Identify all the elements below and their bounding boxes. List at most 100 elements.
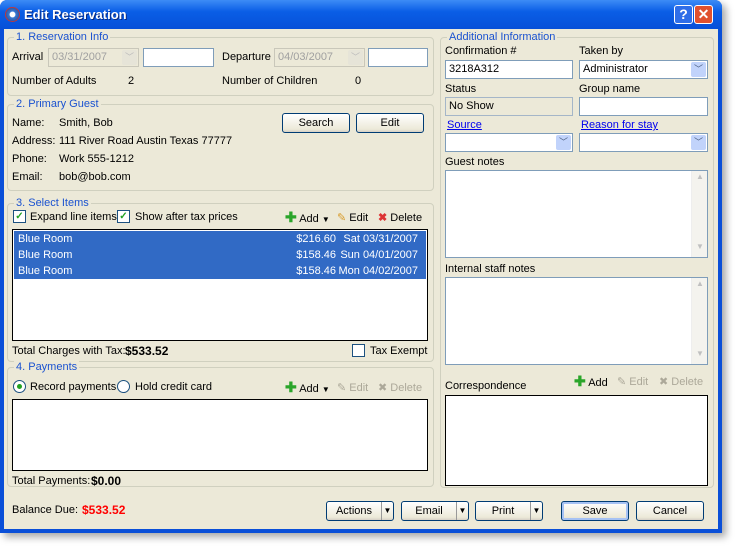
reason-for-stay-combo[interactable]: ﹀ [579, 133, 708, 152]
tax-exempt-label: Tax Exempt [370, 345, 428, 357]
actions-button[interactable]: Actions ▼ [326, 501, 394, 521]
phone-label: Phone: [12, 153, 47, 165]
chevron-down-icon: ﹀ [348, 50, 363, 65]
address-label: Address: [12, 135, 56, 147]
reason-for-stay-link[interactable]: Reason for stay [581, 119, 658, 131]
add-item-button[interactable]: ✚ Add ▼ [285, 209, 330, 226]
confirmation-input[interactable]: 3218A312 [445, 60, 573, 79]
departure-date-combo[interactable]: 04/03/2007 ﹀ [274, 48, 365, 67]
delete-item-button[interactable]: ✖ Delete [378, 211, 422, 224]
print-button[interactable]: Print ▼ [475, 501, 543, 521]
total-payments-label: Total Payments: [12, 475, 91, 487]
taken-by-label: Taken by [579, 45, 624, 57]
source-combo[interactable]: ﹀ [445, 133, 573, 152]
scroll-up-icon[interactable]: ▲ [693, 172, 707, 186]
taken-by-combo[interactable]: Administrator ﹀ [579, 60, 708, 79]
caret-down-icon[interactable]: ▼ [381, 502, 393, 520]
email-label: Email [415, 505, 443, 517]
correspondence-list[interactable] [445, 395, 708, 486]
chevron-down-icon: ﹀ [122, 50, 137, 65]
item-row[interactable]: Blue Room $158.46 Mon 04/02/2007 [14, 263, 426, 279]
delete-x-icon: ✖ [659, 376, 669, 388]
scrollbar[interactable]: ▲ ▼ [691, 278, 707, 364]
chevron-down-icon: ﹀ [556, 135, 571, 150]
add-payment-button[interactable]: ✚ Add ▼ [285, 379, 330, 396]
source-link[interactable]: Source [447, 119, 482, 131]
show-after-tax-checkbox[interactable]: ✓ [117, 210, 130, 223]
children-label: Number of Children [222, 75, 318, 87]
search-guest-button[interactable]: Search [282, 113, 350, 133]
edit-correspondence-button[interactable]: ✎ Edit [617, 375, 648, 388]
cancel-button[interactable]: Cancel [636, 501, 704, 521]
item-row[interactable]: Blue Room $158.46 Sun 04/01/2007 [14, 247, 426, 263]
arrival-date-combo[interactable]: 03/31/2007 ﹀ [48, 48, 139, 67]
delete-payment-button[interactable]: ✖ Delete [378, 381, 422, 394]
total-payments-value: $0.00 [91, 474, 122, 488]
arrival-label: Arrival [12, 51, 44, 63]
hold-credit-card-label: Hold credit card [135, 381, 213, 393]
adults-label: Number of Adults [12, 75, 97, 87]
plus-icon: ✚ [574, 373, 586, 389]
delete-label: Delete [390, 382, 423, 394]
title-bar[interactable]: Edit Reservation ? ✕ [0, 0, 722, 29]
group-legend: 4. Payments [14, 361, 80, 373]
group-legend: 2. Primary Guest [14, 98, 101, 110]
departure-time-input[interactable] [368, 48, 428, 67]
caret-down-icon[interactable]: ▼ [530, 502, 542, 520]
group-legend: Additional Information [447, 31, 558, 43]
children-value: 0 [355, 75, 362, 87]
email-button[interactable]: Email ▼ [401, 501, 469, 521]
guest-address: 111 River Road Austin Texas 77777 [59, 135, 233, 147]
add-label: Add [299, 213, 319, 225]
name-label: Name: [12, 117, 45, 129]
edit-item-button[interactable]: ✎ Edit [337, 211, 368, 224]
items-list[interactable]: Blue Room $216.60 Sat 03/31/2007 Blue Room $… [12, 229, 428, 341]
add-label: Add [299, 383, 319, 395]
staff-notes-textarea[interactable]: ▲ ▼ [445, 277, 708, 365]
email-label: Email: [12, 171, 43, 183]
scrollbar[interactable]: ▲ ▼ [691, 171, 707, 257]
scroll-down-icon[interactable]: ▼ [693, 349, 707, 363]
guest-notes-textarea[interactable]: ▲ ▼ [445, 170, 708, 258]
departure-date: 04/03/2007 [278, 51, 334, 63]
record-payments-radio[interactable] [13, 380, 26, 393]
scroll-up-icon[interactable]: ▲ [693, 279, 707, 293]
pencil-icon: ✎ [337, 382, 347, 394]
correspondence-label: Correspondence [445, 380, 527, 392]
item-row[interactable]: Blue Room $216.60 Sat 03/31/2007 [14, 231, 426, 247]
edit-label: Edit [349, 382, 369, 394]
plus-icon: ✚ [285, 209, 297, 225]
item-price: $158.46 [296, 265, 336, 277]
item-date: Mon 04/02/2007 [338, 265, 418, 277]
expand-line-items-checkbox[interactable]: ✓ [13, 210, 26, 223]
pencil-icon: ✎ [617, 376, 627, 388]
hold-credit-card-radio[interactable] [117, 380, 130, 393]
caret-down-icon[interactable]: ▼ [456, 502, 468, 520]
delete-x-icon: ✖ [378, 382, 388, 394]
delete-label: Delete [671, 376, 704, 388]
taken-by-value: Administrator [583, 63, 648, 75]
scroll-down-icon[interactable]: ▼ [693, 242, 707, 256]
actions-label: Actions [335, 505, 373, 517]
departure-label: Departure [222, 51, 271, 63]
edit-label: Edit [349, 212, 369, 224]
edit-payment-button[interactable]: ✎ Edit [337, 381, 368, 394]
arrival-time-input[interactable] [143, 48, 214, 67]
balance-due-value: $533.52 [82, 503, 126, 517]
add-correspondence-button[interactable]: ✚ Add [574, 373, 608, 390]
group-name-input[interactable] [579, 97, 708, 116]
tax-exempt-checkbox[interactable] [352, 344, 365, 357]
help-button[interactable]: ? [674, 5, 693, 24]
arrival-date: 03/31/2007 [52, 51, 108, 63]
add-label: Add [588, 377, 608, 389]
status-label: Status [445, 83, 477, 95]
dialog-body: 1. Reservation Info Arrival 03/31/2007 ﹀ … [4, 29, 718, 529]
save-button[interactable]: Save [561, 501, 629, 521]
item-price: $216.60 [296, 233, 336, 245]
item-name: Blue Room [18, 265, 73, 277]
close-button[interactable]: ✕ [694, 5, 713, 24]
edit-guest-button[interactable]: Edit [356, 113, 424, 133]
payments-list[interactable] [12, 399, 428, 471]
delete-correspondence-button[interactable]: ✖ Delete [659, 375, 703, 388]
item-date: Sun 04/01/2007 [340, 249, 418, 261]
